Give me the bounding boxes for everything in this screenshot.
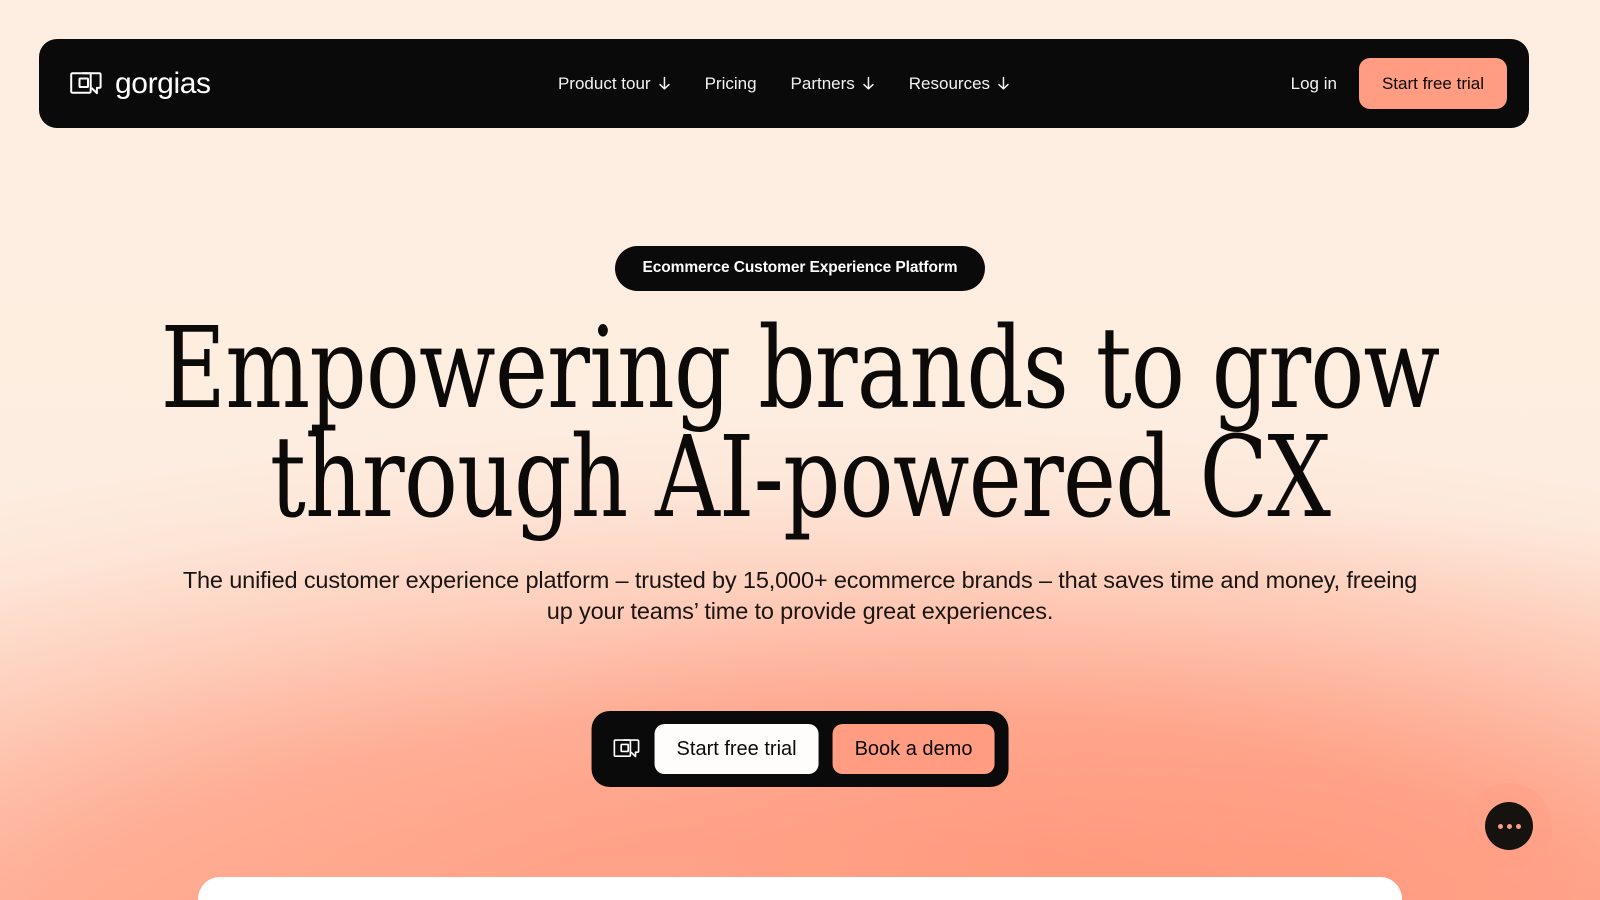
arrow-down-icon xyxy=(862,76,875,91)
chat-dot xyxy=(1515,823,1521,829)
nav-link-label: Pricing xyxy=(704,74,757,93)
chat-dot xyxy=(1497,823,1503,829)
start-free-trial-button[interactable]: Start free trial xyxy=(1358,58,1507,109)
nav-link-label: Resources xyxy=(908,74,991,93)
nav-link-partners[interactable]: Partners xyxy=(791,75,875,92)
nav-links: Product tour Pricing Partners Resources xyxy=(558,75,1010,92)
arrow-down-icon xyxy=(658,76,671,91)
nav-link-label: Product tour xyxy=(557,74,651,93)
brand-logo[interactable]: gorgias xyxy=(69,67,211,101)
chat-bubble-icon[interactable] xyxy=(1485,802,1533,850)
eyebrow-badge: Ecommerce Customer Experience Platform xyxy=(614,246,986,291)
login-link[interactable]: Log in xyxy=(1291,75,1337,92)
brand-name: gorgias xyxy=(115,66,211,100)
nav-actions: Log in Start free trial xyxy=(1291,58,1507,109)
gorgias-logo-icon xyxy=(613,735,641,763)
hero-start-free-trial-button[interactable]: Start free trial xyxy=(654,724,819,774)
next-section-panel xyxy=(198,877,1402,900)
hero-section: Ecommerce Customer Experience Platform E… xyxy=(0,128,1600,628)
hero-subheading: The unified customer experience platform… xyxy=(182,567,1418,625)
hero-cta-panel: Start free trial Book a demo xyxy=(591,711,1009,787)
chat-dot xyxy=(1506,823,1512,829)
nav-link-product-tour[interactable]: Product tour xyxy=(558,75,671,92)
hero-book-a-demo-button[interactable]: Book a demo xyxy=(832,724,995,774)
nav-link-label: Partners xyxy=(790,74,855,93)
page-title: Empowering brands to grow through AI-pow… xyxy=(160,303,1441,544)
gorgias-logo-icon xyxy=(69,67,103,101)
arrow-down-icon xyxy=(997,76,1010,91)
main-navbar: gorgias Product tour Pricing Partners Re… xyxy=(39,39,1529,128)
nav-link-resources[interactable]: Resources xyxy=(909,75,1010,92)
nav-link-pricing[interactable]: Pricing xyxy=(705,75,757,92)
